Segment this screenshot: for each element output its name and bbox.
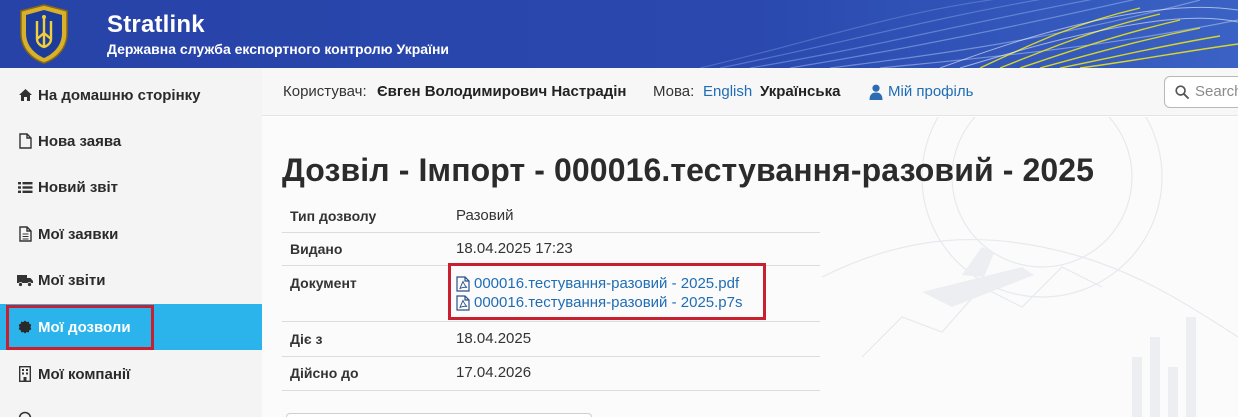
app-header: Stratlink Державна служба експортного ко…	[0, 0, 1238, 68]
sidebar-item-new-application[interactable]: Нова заява	[0, 118, 262, 164]
sidebar-item-label: На домашню сторінку	[38, 86, 201, 104]
field-label: Дійсно до	[290, 365, 359, 381]
user-icon	[869, 84, 883, 100]
page-title: Дозвіл - Імпорт - 000016.тестування-разо…	[282, 152, 1095, 188]
field-label: Діє з	[290, 331, 323, 347]
user-name: Євген Володимирович Настрадін	[377, 83, 627, 100]
sidebar-item-my-companies[interactable]: Мої компанії	[0, 351, 262, 397]
sidebar-item-my-applications[interactable]: Мої заявки	[0, 211, 262, 257]
sidebar-item-label: Мої компанії	[38, 365, 131, 383]
field-value: Разовий	[456, 207, 514, 224]
highlight-box-documents	[448, 263, 766, 320]
app-subtitle: Державна служба експортного контролю Укр…	[107, 41, 450, 57]
field-value: 17.04.2026	[456, 364, 532, 381]
sidebar-item-new-report[interactable]: Новий звіт	[0, 164, 262, 210]
search-input[interactable]	[1195, 83, 1238, 100]
permit-field-row: Діє з 18.04.2025	[282, 322, 820, 357]
user-bar: Користувач: Євген Володимирович Настраді…	[262, 68, 1238, 116]
bottom-panel-edge	[286, 413, 592, 417]
search-icon	[1175, 85, 1189, 99]
sidebar-item-home[interactable]: На домашню сторінку	[0, 72, 262, 118]
coat-of-arms-logo-icon	[20, 4, 68, 64]
building-icon	[17, 366, 33, 382]
circle-icon	[17, 410, 33, 417]
profile-link[interactable]: Мій профіль	[869, 83, 973, 100]
sidebar-item-label: Новий звіт	[38, 178, 119, 196]
highlight-box-sidebar	[6, 305, 154, 350]
user-label: Користувач:	[283, 83, 367, 100]
permit-field-row: Дійсно до 17.04.2026	[282, 357, 820, 391]
language-english-link[interactable]: English	[703, 83, 752, 100]
home-icon	[17, 87, 33, 103]
field-value: 18.04.2025 17:23	[456, 240, 573, 257]
field-label: Тип дозволу	[290, 208, 377, 224]
app-title: Stratlink	[107, 11, 205, 38]
file-text-icon	[17, 226, 33, 242]
sidebar-item-label: Мої звіти	[38, 271, 106, 289]
sidebar-item-label: Мої заявки	[38, 225, 119, 243]
field-label: Видано	[290, 241, 343, 257]
profile-link-label: Мій профіль	[888, 83, 974, 100]
permit-field-row: Видано 18.04.2025 17:23	[282, 233, 820, 266]
field-value: 18.04.2025	[456, 330, 532, 347]
truck-icon	[17, 272, 33, 288]
permit-field-row: Тип дозволу Разовий	[282, 200, 820, 233]
sidebar-item-my-reports[interactable]: Мої звіти	[0, 257, 262, 303]
sidebar: На домашню сторінку Нова заява Новий зві…	[0, 68, 262, 417]
language-label: Мова:	[653, 83, 695, 100]
search-box[interactable]	[1164, 76, 1238, 108]
sidebar-item-more[interactable]	[0, 398, 262, 417]
field-label: Документ	[290, 275, 357, 291]
sidebar-item-label: Нова заява	[38, 132, 122, 150]
language-ukrainian: Українська	[760, 83, 841, 100]
list-icon	[17, 179, 33, 195]
file-icon	[17, 133, 33, 149]
